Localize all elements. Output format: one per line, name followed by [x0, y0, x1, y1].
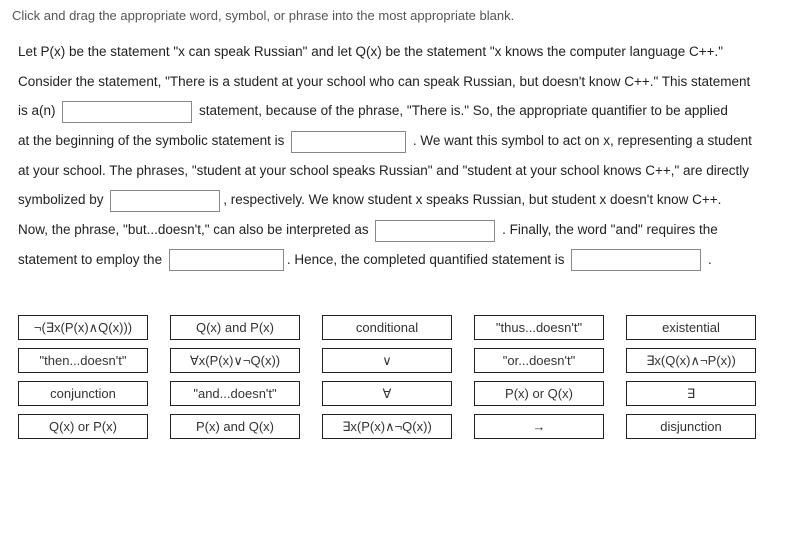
drag-tile[interactable]: ∃ — [626, 381, 756, 406]
text-segment: , respectively. We know student x speaks… — [223, 192, 721, 207]
text-segment: at your school. The phrases, "student at… — [18, 163, 749, 178]
drag-tile[interactable]: ∀x(P(x)∨¬Q(x)) — [170, 348, 300, 373]
tile-column: existential ∃x(Q(x)∧¬P(x)) ∃ disjunction — [626, 315, 756, 439]
drag-tile[interactable]: conjunction — [18, 381, 148, 406]
blank-4[interactable] — [375, 220, 495, 242]
drag-tile[interactable]: → — [474, 414, 604, 439]
blank-2[interactable] — [291, 131, 406, 153]
tile-column: "thus...doesn't" "or...doesn't" P(x) or … — [474, 315, 604, 439]
blank-6[interactable] — [571, 249, 701, 271]
drag-tile[interactable]: Q(x) or P(x) — [18, 414, 148, 439]
blank-1[interactable] — [62, 101, 192, 123]
drag-tile[interactable]: conditional — [322, 315, 452, 340]
drag-tile[interactable]: "or...doesn't" — [474, 348, 604, 373]
text-segment: is a(n) — [18, 103, 59, 118]
text-segment: Let P(x) be the statement "x can speak R… — [18, 44, 723, 59]
text-segment: Consider the statement, "There is a stud… — [18, 74, 750, 89]
text-segment: Now, the phrase, "but...doesn't," can al… — [18, 222, 372, 237]
drag-tile[interactable]: P(x) and Q(x) — [170, 414, 300, 439]
drag-tile[interactable]: ∨ — [322, 348, 452, 373]
drag-tile[interactable]: "then...doesn't" — [18, 348, 148, 373]
drag-tile[interactable]: ∃x(P(x)∧¬Q(x)) — [322, 414, 452, 439]
tile-column: Q(x) and P(x) ∀x(P(x)∨¬Q(x)) "and...does… — [170, 315, 300, 439]
text-segment: at the beginning of the symbolic stateme… — [18, 133, 288, 148]
text-segment: . We want this symbol to act on x, repre… — [409, 133, 752, 148]
text-segment: statement to employ the — [18, 252, 166, 267]
question-paragraph: Let P(x) be the statement "x can speak R… — [12, 37, 789, 275]
blank-3[interactable] — [110, 190, 220, 212]
text-segment: symbolized by — [18, 192, 107, 207]
tiles-area: ¬(∃x(P(x)∧Q(x))) "then...doesn't" conjun… — [12, 315, 789, 439]
text-segment: statement, because of the phrase, "There… — [195, 103, 728, 118]
tile-column: ¬(∃x(P(x)∧Q(x))) "then...doesn't" conjun… — [18, 315, 148, 439]
drag-tile[interactable]: "thus...doesn't" — [474, 315, 604, 340]
tile-column: conditional ∨ ∀ ∃x(P(x)∧¬Q(x)) — [322, 315, 452, 439]
drag-tile[interactable]: Q(x) and P(x) — [170, 315, 300, 340]
drag-tile[interactable]: ∃x(Q(x)∧¬P(x)) — [626, 348, 756, 373]
text-segment: . — [704, 252, 712, 267]
drag-tile[interactable]: "and...doesn't" — [170, 381, 300, 406]
blank-5[interactable] — [169, 249, 284, 271]
drag-tile[interactable]: disjunction — [626, 414, 756, 439]
drag-tile[interactable]: ∀ — [322, 381, 452, 406]
text-segment: . Finally, the word "and" requires the — [498, 222, 717, 237]
drag-tile[interactable]: P(x) or Q(x) — [474, 381, 604, 406]
instruction-text: Click and drag the appropriate word, sym… — [12, 8, 789, 23]
drag-tile[interactable]: existential — [626, 315, 756, 340]
drag-tile[interactable]: ¬(∃x(P(x)∧Q(x))) — [18, 315, 148, 340]
text-segment: . Hence, the completed quantified statem… — [287, 252, 568, 267]
